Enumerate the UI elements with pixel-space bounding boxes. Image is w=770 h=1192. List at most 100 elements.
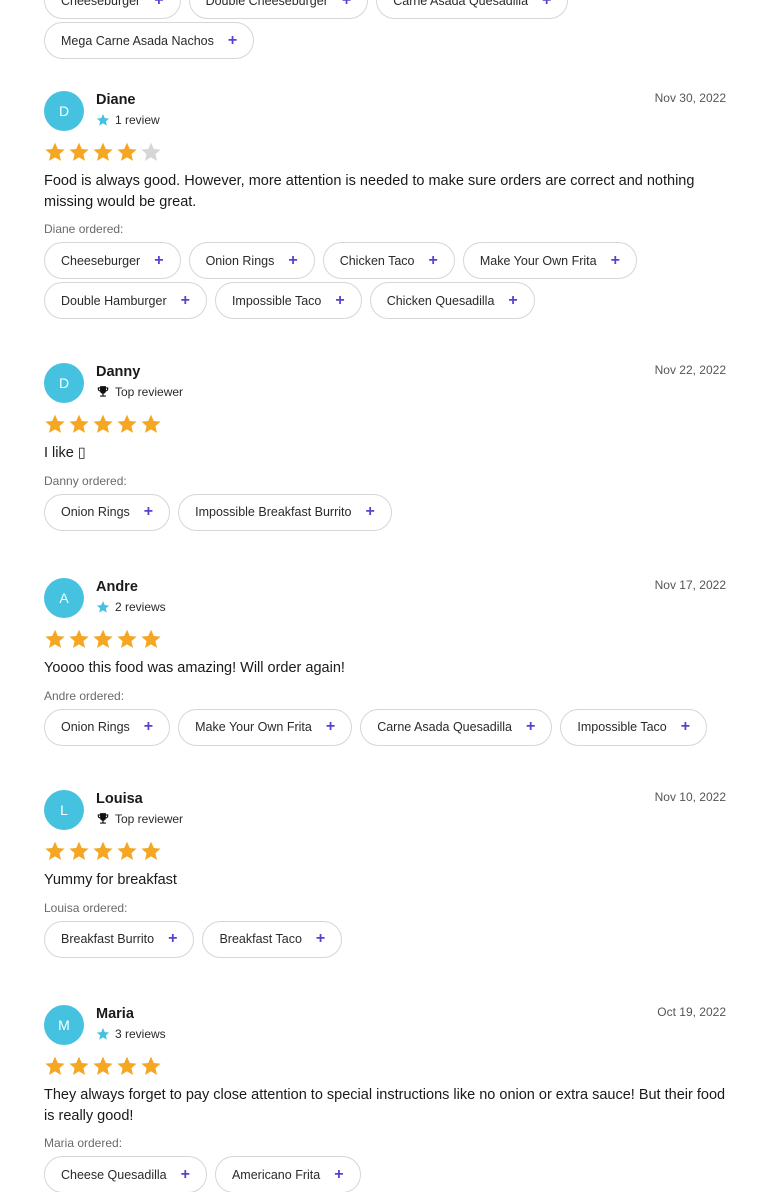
plus-icon[interactable]: + xyxy=(154,252,163,269)
star-icon xyxy=(93,1056,113,1075)
order-item-chip[interactable]: Onion Rings + xyxy=(188,242,315,279)
order-item-chip[interactable]: Make Your Own Frita + xyxy=(178,708,353,746)
order-item-chip[interactable]: Chicken Taco + xyxy=(322,242,455,279)
plus-icon[interactable]: + xyxy=(526,719,535,735)
order-item-chip[interactable]: Cheese Quesadilla + xyxy=(44,1156,207,1192)
order-item-label: Cheeseburger xyxy=(61,253,141,268)
order-item-label: Breakfast Taco xyxy=(219,932,302,946)
star-icon xyxy=(69,629,89,648)
order-items-row: Cheeseburger + Onion Rings + Chicken Taco + Ma… xyxy=(44,242,726,319)
order-item-chip[interactable]: Onion Rings + xyxy=(44,708,171,746)
star-icon xyxy=(69,142,89,161)
review-text: Yoooo this food was amazing! Will order … xyxy=(44,660,345,676)
order-item-label: Onion Rings xyxy=(61,505,130,519)
star-icon xyxy=(93,841,113,860)
order-item-label: Cheese Quesadilla xyxy=(61,1167,167,1182)
order-item-chip[interactable]: Carne Asada Quesadilla + xyxy=(376,0,569,19)
order-item-chip[interactable]: Breakfast Burrito + xyxy=(44,920,195,958)
order-item-chip[interactable]: Breakfast Taco + xyxy=(202,920,343,958)
plus-icon[interactable]: + xyxy=(144,719,153,735)
order-item-label: Impossible Breakfast Burrito xyxy=(195,505,352,519)
avatar: D xyxy=(44,363,84,403)
order-item-chip[interactable]: Impossible Breakfast Burrito + xyxy=(178,493,392,531)
star-icon xyxy=(141,414,161,433)
plus-icon[interactable]: + xyxy=(611,252,620,269)
star-icon xyxy=(93,414,113,433)
plus-icon[interactable]: + xyxy=(542,0,551,9)
review-header: L Louisa Top reviewer Nov 10, 2022 xyxy=(44,790,726,830)
plus-icon[interactable]: + xyxy=(181,292,190,309)
star-icon xyxy=(45,142,65,161)
star-icon xyxy=(96,114,110,126)
reviewer-name: Diane xyxy=(96,92,136,108)
reviewer-badge-label: Top reviewer xyxy=(115,385,184,399)
trophy-icon xyxy=(97,386,109,397)
order-item-label: Onion Rings xyxy=(61,720,130,734)
review-date: Nov 10, 2022 xyxy=(654,790,726,804)
plus-icon[interactable]: + xyxy=(334,1166,343,1183)
plus-icon[interactable]: + xyxy=(181,1166,190,1183)
order-item-chip[interactable]: Double Cheeseburger + xyxy=(188,0,369,19)
trophy-icon xyxy=(97,813,109,824)
star-icon xyxy=(141,1056,161,1075)
order-item-chip[interactable]: Americano Frita + xyxy=(214,1156,361,1192)
avatar: M xyxy=(44,1005,84,1045)
reviewer-name: Danny xyxy=(96,364,141,380)
order-item-chip[interactable]: Cheeseburger + xyxy=(44,0,181,19)
star-icon xyxy=(96,601,110,613)
order-item-chip[interactable]: Carne Asada Quesadilla + xyxy=(360,708,553,746)
order-item-chip[interactable]: Impossible Taco + xyxy=(214,282,362,319)
order-item-chip[interactable]: Chicken Quesadilla + xyxy=(369,282,535,319)
plus-icon[interactable]: + xyxy=(288,252,297,269)
star-icon xyxy=(45,414,65,433)
order-item-chip[interactable]: Impossible Taco + xyxy=(560,708,708,746)
star-icon xyxy=(117,841,137,860)
star-icon xyxy=(141,142,161,161)
star-rating xyxy=(44,413,726,437)
plus-icon[interactable]: + xyxy=(365,504,374,520)
order-item-chip[interactable]: Mega Carne Asada Nachos + xyxy=(44,22,255,59)
order-items-row: Onion Rings + Impossible Breakfast Burrito… xyxy=(44,493,726,531)
plus-icon[interactable]: + xyxy=(335,292,344,309)
order-item-label: Double Hamburger xyxy=(61,293,167,308)
review-card: M Maria 3 reviews Oct 19, 2022 They always f… xyxy=(44,1005,726,1192)
star-icon xyxy=(45,841,65,860)
star-icon xyxy=(117,414,137,433)
review-date: Nov 22, 2022 xyxy=(654,363,726,377)
plus-icon[interactable]: + xyxy=(342,0,351,9)
reviewer-badge-label: Top reviewer xyxy=(115,812,184,826)
plus-icon[interactable]: + xyxy=(154,0,163,9)
plus-icon[interactable]: + xyxy=(316,931,325,947)
star-rating xyxy=(44,1055,726,1079)
order-item-chip[interactable]: Make Your Own Frita + xyxy=(462,242,637,279)
plus-icon[interactable]: + xyxy=(144,504,153,520)
order-item-chip[interactable]: Cheeseburger + xyxy=(44,242,181,279)
order-item-label: Make Your Own Frita xyxy=(479,253,597,268)
reviewer-name: Louisa xyxy=(96,791,143,807)
plus-icon[interactable]: + xyxy=(326,719,335,735)
order-items-row: Cheese Quesadilla + Americano Frita + xyxy=(44,1156,726,1192)
order-item-label: Onion Rings xyxy=(205,253,275,268)
reviewer-badge: 2 reviews xyxy=(96,600,166,614)
star-icon xyxy=(93,142,113,161)
order-item-label: Carne Asada Quesadilla xyxy=(377,720,513,734)
review-text: Yummy for breakfast xyxy=(44,872,177,888)
order-item-chip[interactable]: Double Hamburger + xyxy=(44,282,207,319)
avatar: L xyxy=(44,790,84,830)
ordered-label: Andre ordered: xyxy=(44,688,125,703)
plus-icon[interactable]: + xyxy=(681,719,690,735)
star-icon xyxy=(69,841,89,860)
plus-icon[interactable]: + xyxy=(168,931,177,947)
order-item-chip[interactable]: Onion Rings + xyxy=(44,493,171,531)
star-icon xyxy=(117,1056,137,1075)
star-icon xyxy=(45,629,65,648)
reviewer-name: Andre xyxy=(96,579,138,595)
order-items-row: Breakfast Burrito + Breakfast Taco + xyxy=(44,920,726,958)
star-icon xyxy=(69,1056,89,1075)
reviewer-badge-label: 2 reviews xyxy=(115,600,166,614)
plus-icon[interactable]: + xyxy=(508,292,517,309)
order-item-label: Impossible Taco xyxy=(577,720,667,734)
plus-icon[interactable]: + xyxy=(228,32,237,49)
star-icon xyxy=(93,629,113,648)
plus-icon[interactable]: + xyxy=(429,252,438,269)
